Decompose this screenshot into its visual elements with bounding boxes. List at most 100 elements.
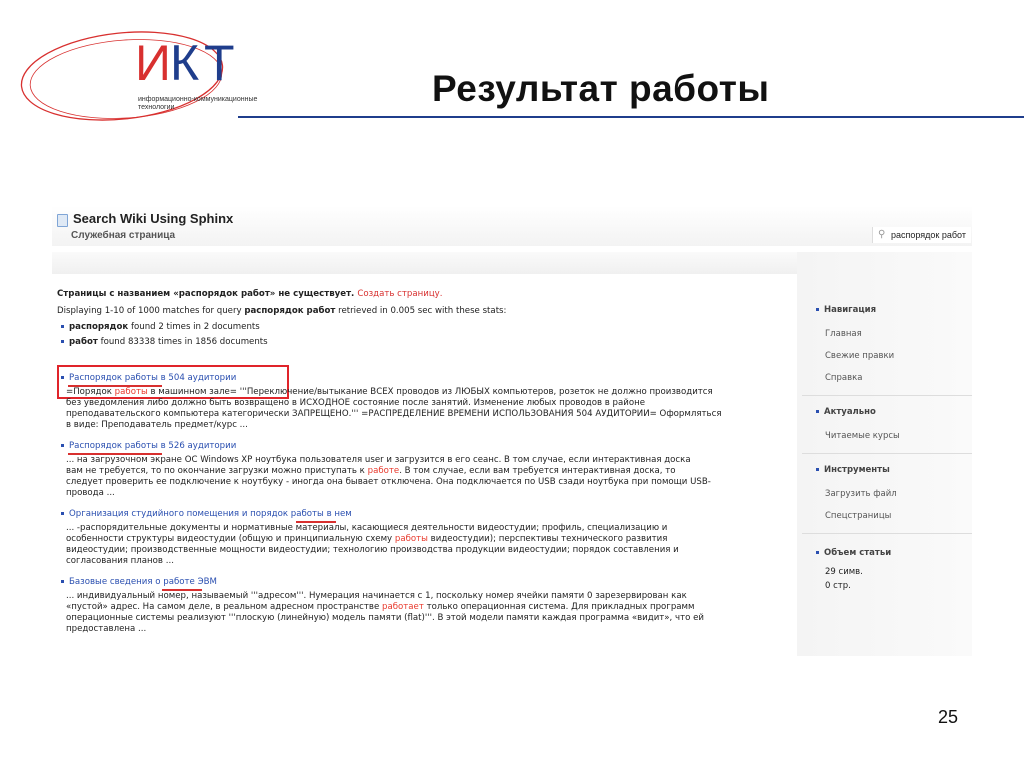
bullet-icon [61, 580, 64, 583]
bullet-icon [816, 308, 819, 311]
bullet-icon [61, 340, 64, 343]
bullet-icon [61, 376, 64, 379]
snippet-line: ... индивидуальный номер, называемый '''… [66, 591, 687, 601]
sidebar-divider [802, 453, 972, 454]
stat-term: распорядок [69, 322, 129, 332]
snippet-text: видеостудии); перспективы технического р… [427, 534, 668, 544]
bullet-icon [816, 551, 819, 554]
sidebar-item-special-pages[interactable]: Спецстраницы [825, 511, 891, 521]
snippet-line: =Порядок работы в машинном зале= '''Пере… [66, 387, 713, 397]
sidebar-heading-label: Инструменты [824, 465, 890, 475]
snippet-line: ... -распорядительные документы и нормат… [66, 523, 668, 533]
snippet-line: преподавательского компьютера категориче… [66, 409, 722, 419]
snippet-line: предоставлена ... [66, 624, 147, 634]
notice-text: Страницы с названием «распорядок работ» … [57, 289, 355, 299]
stat-text: found 2 times in 2 documents [130, 322, 260, 332]
title-divider [238, 116, 1024, 118]
sidebar-item-courses[interactable]: Читаемые курсы [825, 431, 900, 441]
sidebar-heading-navigation: Навигация [816, 305, 876, 315]
logo-letter-k: К [170, 35, 200, 91]
result-title-keyword: работы [124, 373, 158, 383]
wiki-header: Search Wiki Using Sphinx Служебная стран… [52, 206, 972, 246]
wiki-search-input[interactable]: ⚲ распорядок работ [872, 227, 971, 243]
sidebar-item-upload[interactable]: Загрузить файл [825, 489, 897, 499]
result-title-part: в 526 аудитории [157, 441, 237, 451]
sidebar-divider [802, 395, 972, 396]
result-title-keyword: работы [290, 509, 324, 519]
sidebar-item-main[interactable]: Главная [825, 329, 862, 339]
result-title-link[interactable]: Организация студийного помещения и поряд… [61, 509, 352, 519]
result-title-link[interactable]: Базовые сведения о работе ЭВМ [61, 577, 217, 587]
snippet-text: особенности структуры видеостудии (общую… [66, 534, 395, 544]
search-results-content: Страницы с названием «распорядок работ» … [52, 252, 794, 656]
result-title-link[interactable]: Распорядок работы в 504 аудитории [61, 373, 236, 383]
snippet-line: ... на загрузочном экране ОС Windows XP … [66, 455, 691, 465]
bullet-icon [61, 512, 64, 515]
logo-letter-t: Т [204, 35, 235, 91]
create-page-link[interactable]: Создать страницу. [357, 289, 442, 299]
snippet-text: только операционная система. Для приклад… [423, 602, 695, 612]
sidebar-heading-actual: Актуально [816, 407, 876, 417]
sidebar-divider [802, 533, 972, 534]
result-title-part: в 504 аудитории [157, 373, 237, 383]
sidebar-heading-label: Актуально [824, 407, 876, 417]
search-icon: ⚲ [878, 229, 886, 240]
logo-subtitle-line1: информационно-коммуникационные [138, 96, 258, 103]
snippet-line: «пустой» адрес. На самом деле, в реально… [66, 602, 695, 612]
sidebar-heading-label: Объем статьи [824, 548, 892, 558]
sidebar-heading-size: Объем статьи [816, 548, 891, 558]
query-line: Displaying 1-10 of 1000 matches for quer… [57, 306, 506, 316]
wiki-sidebar: Навигация Главная Свежие правки Справка … [797, 252, 972, 656]
result-title-part: Распорядок [69, 373, 125, 383]
result-title-part: ЭВМ [194, 577, 217, 587]
article-size-pages: 0 стр. [825, 581, 851, 591]
stat-text: found 83338 times in 1856 documents [100, 337, 268, 347]
snippet-text: =Порядок [66, 387, 115, 397]
stat-row: работ found 83338 times in 1856 document… [61, 337, 268, 347]
snippet-line: без уведомления либо должно быть возвращ… [66, 398, 646, 408]
query-suffix: retrieved in 0.005 sec with these stats: [338, 306, 507, 316]
snippet-keyword: работы [114, 387, 148, 397]
article-size-chars: 29 симв. [825, 567, 863, 577]
snippet-text: вам не требуется, то по окончание загруз… [66, 466, 368, 476]
page-icon [57, 214, 68, 227]
query-prefix: Displaying 1-10 of 1000 matches for quer… [57, 306, 242, 316]
wiki-page-title: Search Wiki Using Sphinx [73, 211, 234, 226]
result-title-keyword: работе [163, 577, 195, 587]
stat-row: распорядок found 2 times in 2 documents [61, 322, 260, 332]
bullet-icon [816, 468, 819, 471]
sidebar-heading-label: Навигация [824, 305, 877, 315]
snippet-line: провода ... [66, 488, 115, 498]
sidebar-heading-tools: Инструменты [816, 465, 890, 475]
snippet-keyword: работает [381, 602, 424, 612]
logo-subtitle: информационно-коммуникационные технологи… [138, 96, 288, 112]
snippet-line: особенности структуры видеостудии (общую… [66, 534, 667, 544]
snippet-line: вам не требуется, то по окончание загруз… [66, 466, 676, 476]
snippet-keyword: работы [394, 534, 428, 544]
search-value: распорядок работ [891, 230, 966, 240]
result-title-keyword: работы [124, 441, 158, 451]
wiki-screenshot: Search Wiki Using Sphinx Служебная стран… [52, 206, 972, 656]
result-title-part: Организация студийного помещения и поряд… [69, 509, 291, 519]
snippet-keyword: работе [367, 466, 400, 476]
sidebar-item-help[interactable]: Справка [825, 373, 862, 383]
slide-page-number: 25 [938, 707, 959, 727]
stat-term: работ [69, 337, 98, 347]
result-title-part: Базовые сведения о [69, 577, 164, 587]
result-title-part: Распорядок [69, 441, 125, 451]
bullet-icon [816, 410, 819, 413]
snippet-line: видеостудии; производственные мощности в… [66, 545, 679, 555]
result-title-part: в нем [323, 509, 352, 519]
snippet-line: в виде: Преподаватель предмет/курс ... [66, 420, 248, 430]
sidebar-item-recent-changes[interactable]: Свежие правки [825, 351, 894, 361]
snippet-line: операционные системы реализуют '''плоску… [66, 613, 704, 623]
bullet-icon [61, 444, 64, 447]
snippet-text: . В том случае, если вам требуется интер… [399, 466, 676, 476]
logo-subtitle-line2: технологии [138, 104, 175, 111]
query-term: распорядок работ [244, 306, 336, 316]
snippet-line: следует проверить ее подключение к ноутб… [66, 477, 711, 487]
bullet-icon [61, 325, 64, 328]
snippet-line: согласования планов ... [66, 556, 174, 566]
result-title-link[interactable]: Распорядок работы в 526 аудитории [61, 441, 236, 451]
snippet-text: в машинном зале= '''Переключение/вытыкан… [147, 387, 713, 397]
